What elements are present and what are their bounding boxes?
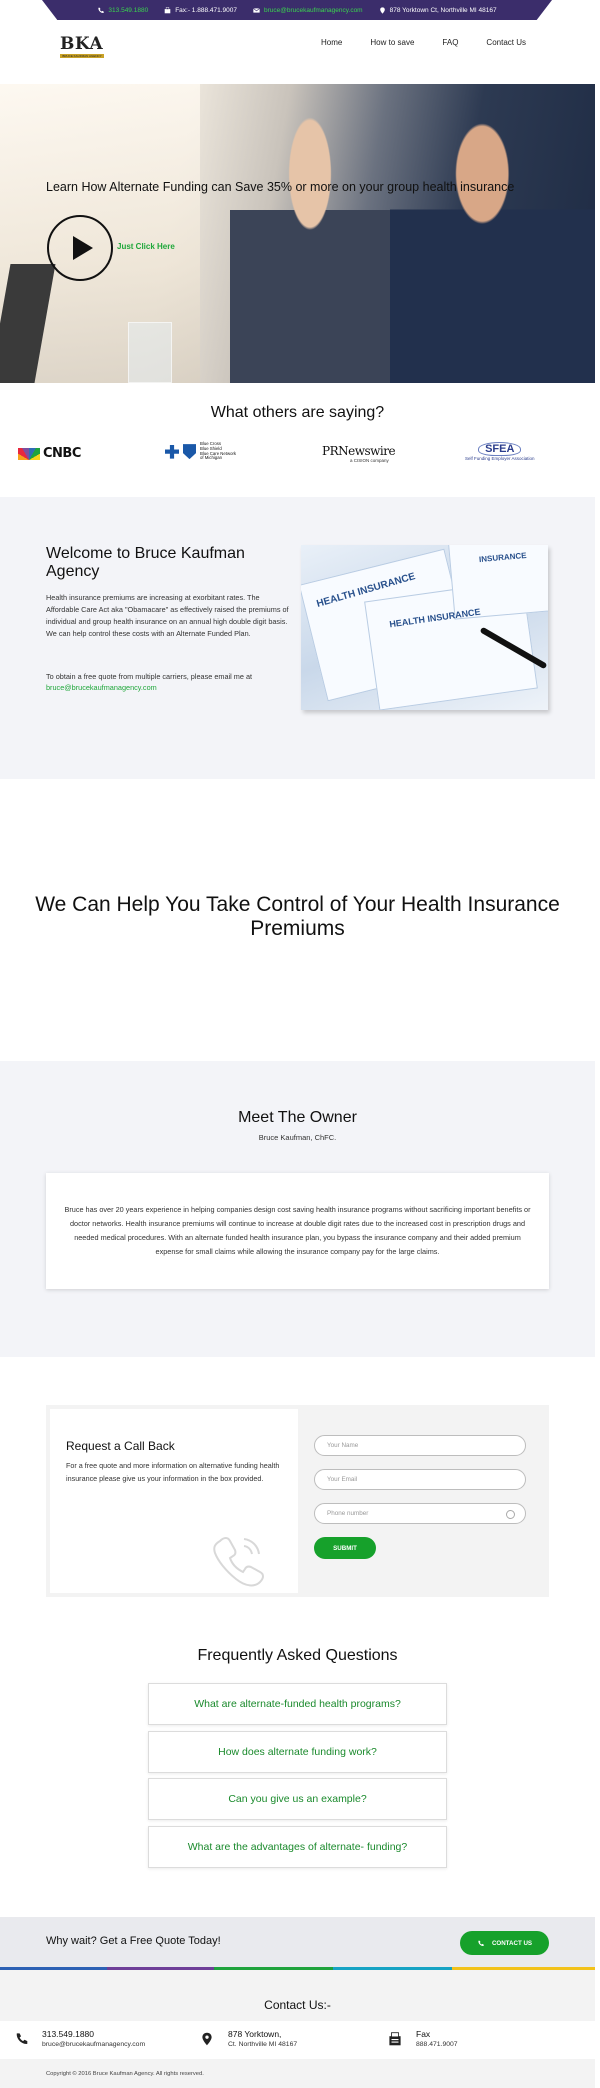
topbar-phone[interactable]: 313.549.1880 [97,7,148,14]
topbar-address: 878 Yorktown Ct, Northville MI 48167 [379,7,497,14]
call-back-info-panel: Request a Call Back For a free quote and… [50,1409,298,1593]
faq-item[interactable]: What are the advantages of alternate- fu… [148,1826,447,1868]
contact-phone: 313.549.1880 bruce@brucekaufmanagency.co… [14,2029,145,2050]
sfea-logo: SFEA Self Funding Employer Association [465,442,535,461]
map-pin-icon [379,6,385,14]
top-contact-bar: 313.549.1880 Fax:- 1.888.471.9007 bruce@… [42,0,552,20]
submit-button[interactable]: SUBMIT [314,1537,376,1559]
envelope-icon [253,7,260,13]
phone-input[interactable]: Phone number [314,1503,526,1524]
name-input[interactable]: Your Name [314,1435,526,1456]
telephone-icon [213,1537,264,1587]
hero-banner: Learn How Alternate Funding can Save 35%… [0,84,595,383]
bcbs-logo: Blue Cross Blue Shield Blue Care Network… [165,441,236,461]
contact-title: Contact Us:- [264,1998,331,2012]
meet-owner-section: Meet The Owner Bruce Kaufman, ChFC. Bruc… [0,1061,595,1357]
blue-shield-icon [183,444,196,460]
nav-contact-us[interactable]: Contact Us [486,38,526,47]
welcome-email-link[interactable]: bruce@brucekaufmanagency.com [46,683,157,692]
owner-bio: Bruce has over 20 years experience in he… [64,1205,531,1256]
free-quote-banner: Why wait? Get a Free Quote Today! CONTAC… [0,1917,595,1967]
press-logos: CNBC Blue Cross Blue Shield Blue Care Ne… [0,441,595,476]
faq-title: Frequently Asked Questions [197,1647,398,1664]
contact-fax: Fax 888.471.9007 [388,2029,458,2050]
just-click-here-link[interactable]: Just Click Here [117,242,175,251]
country-flag-icon[interactable] [506,1510,515,1519]
welcome-quote-text: To obtain a free quote from multiple car… [46,672,253,681]
call-back-form: Request a Call Back For a free quote and… [46,1405,549,1597]
peacock-icon [18,447,40,460]
welcome-paragraph: Health insurance premiums are increasing… [46,593,289,638]
fax-icon [389,2032,401,2046]
nav-how-to-save[interactable]: How to save [370,38,414,47]
site-header: BKA BRUCE KAUFMAN AGENCY Home How to sav… [0,20,600,84]
contact-us-button[interactable]: CONTACT US [460,1931,549,1955]
nav-home[interactable]: Home [321,38,342,47]
topbar-email[interactable]: bruce@brucekaufmanagency.com [253,7,363,14]
bka-logo[interactable]: BKA BRUCE KAUFMAN AGENCY [60,34,108,64]
call-back-title: Request a Call Back [66,1439,175,1453]
owner-name: Bruce Kaufman, ChFC. [258,1133,337,1142]
contact-strip: 313.549.1880 bruce@brucekaufmanagency.co… [0,2021,595,2059]
play-icon [72,236,93,260]
cnbc-logo: CNBC [18,446,81,461]
owner-title: Meet The Owner [238,1109,357,1126]
blue-cross-icon [165,444,179,459]
welcome-title: Welcome to Bruce Kaufman Agency [46,545,245,580]
main-nav: Home How to save FAQ Contact Us [321,38,526,47]
press-title: What others are saying? [210,404,385,421]
copyright: Copyright © 2016 Bruce Kaufman Agency. A… [46,2071,204,2077]
page: 313.549.1880 Fax:- 1.888.471.9007 bruce@… [0,0,600,2088]
faq-item[interactable]: Can you give us an example? [148,1778,447,1820]
topbar-fax: Fax:- 1.888.471.9007 [164,7,237,14]
faq-item[interactable]: What are alternate-funded health program… [148,1683,447,1725]
phone-icon [478,1940,484,1946]
control-premiums-headline: We Can Help You Take Control of Your Hea… [35,893,560,940]
fax-icon [164,6,171,13]
email-input[interactable]: Your Email [314,1469,526,1490]
hero-headline: Learn How Alternate Funding can Save 35%… [46,180,515,194]
hero-person-left [230,104,390,383]
health-insurance-image: HEALTH INSURANCE HEALTH INSURANCE INSURA… [301,545,548,710]
call-back-text: For a free quote and more information on… [66,1461,280,1483]
contact-section: Contact Us:- 313.549.1880 bruce@brucekau… [0,1970,595,2088]
nav-faq[interactable]: FAQ [442,38,458,47]
faq-item[interactable]: How does alternate funding work? [148,1731,447,1773]
owner-bio-card: Bruce has over 20 years experience in he… [46,1173,549,1289]
hero-person-right [390,84,595,383]
phone-icon [98,7,105,13]
prnewswire-logo: PRNewswire a CISION company [322,444,396,463]
map-pin-icon [202,2032,212,2046]
hero-glass-shape [128,322,172,383]
free-quote-text: Why wait? Get a Free Quote Today! [46,1935,221,1947]
phone-icon [16,2033,28,2044]
welcome-section: Welcome to Bruce Kaufman Agency Health i… [0,497,595,779]
contact-address: 878 Yorktown, Ct. Northville MI 48167 [200,2029,297,2050]
play-video-button[interactable] [47,215,113,281]
